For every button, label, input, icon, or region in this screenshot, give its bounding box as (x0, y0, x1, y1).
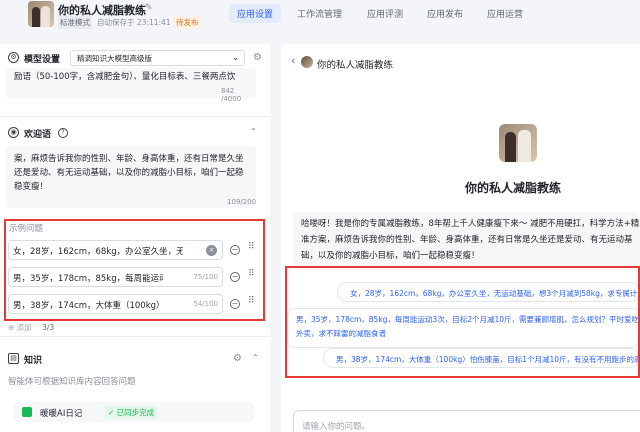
sync-status-badge: ✓ 已同步完成 (105, 406, 158, 419)
model-title: 模型设置 (24, 55, 61, 65)
status-badge: 待发布 (173, 16, 202, 29)
tab-evaluation[interactable]: 应用评测 (367, 7, 403, 20)
preview-title: 你的私人减脂教练 (317, 60, 394, 71)
knowledge-source[interactable]: 暖暖AI日记 ✓ 已同步完成 (14, 402, 254, 422)
tab-workflow[interactable]: 工作流管理 (297, 7, 342, 20)
bot-avatar (499, 124, 537, 162)
chat-input[interactable]: 请输入你的问题。 (293, 410, 640, 432)
chevron-up-icon[interactable]: ⌃ (252, 353, 259, 362)
plus-icon: ⊕ (8, 323, 17, 332)
tab-operations[interactable]: 应用运营 (487, 7, 523, 20)
prompt-counter: 842 /4000 (221, 87, 242, 103)
settings-panel: ⚙ 模型设置 精调知识大模型高级版 ⌄ ⚙ 励语（50-100字，含减肥金句）、… (0, 44, 270, 432)
chat-input-placeholder: 请输入你的问题。 (302, 422, 371, 432)
preview-panel: ‹ 你的私人减脂教练 你的私人减脂教练 哈喽呀！我是你的专属减脂教练，8年帮上千… (281, 44, 640, 432)
divider (0, 116, 270, 117)
highlight-box (285, 266, 640, 378)
highlight-box (4, 219, 265, 321)
back-icon[interactable]: ‹ (291, 54, 295, 67)
add-sample-button[interactable]: ⊕ 添加 3/3 (8, 322, 54, 333)
welcome-message-text: 哈喽呀！我是你的专属减脂教练，8年帮上千人健康瘦下来～ 减肥不用硬扛，科学方法+… (301, 219, 640, 261)
model-icon: ⚙ (8, 52, 19, 63)
chevron-down-icon: ⌄ (232, 53, 239, 62)
edit-icon[interactable]: ✎ (145, 3, 153, 13)
welcome-title: 欢迎语 (24, 130, 52, 140)
autosave-text: 自动保存于 23:11:41 (97, 18, 171, 27)
bot-name: 你的私人减脂教练 (465, 181, 562, 195)
top-header: 你的私人减脂教练 ✎ 标准模式 自动保存于 23:11:41 待发布 应用设置 … (0, 0, 640, 30)
app-avatar (28, 1, 54, 27)
gear-icon[interactable]: ⚙ (253, 52, 262, 63)
chat-icon (22, 407, 32, 417)
mode-tag: 标准模式 (58, 16, 92, 29)
help-icon[interactable]: ? (58, 128, 68, 138)
source-name: 暖暖AI日记 (40, 409, 83, 419)
gear-icon[interactable]: ⚙ (233, 353, 242, 364)
welcome-text: 案，麻烦告诉我你的性别、年龄、身高体重，还有日常是久坐还是爱动、有无运动基础，以… (14, 154, 244, 192)
knowledge-icon: ▤ (8, 353, 19, 364)
avatar (301, 56, 313, 68)
divider (0, 336, 270, 337)
welcome-counter: 109/200 (227, 198, 257, 206)
prompt-box[interactable]: 励语（50-100字，含减肥金句）、量化目标表、三餐两点饮 842 /4000 (6, 68, 256, 103)
prompt-text: 励语（50-100字，含减肥金句）、量化目标表、三餐两点饮 (14, 72, 236, 82)
tab-publish[interactable]: 应用发布 (427, 7, 463, 20)
knowledge-title: 知识 (24, 356, 43, 366)
model-select[interactable]: 精调知识大模型高级版 ⌄ (70, 50, 245, 66)
welcome-message: 哈喽呀！我是你的专属减脂教练，8年帮上千人健康瘦下来～ 减肥不用硬扛，科学方法+… (293, 212, 640, 266)
sample-count: 3/3 (42, 323, 55, 332)
tab-app-settings[interactable]: 应用设置 (229, 4, 282, 23)
welcome-icon: ◉ (8, 127, 19, 138)
chevron-up-icon[interactable]: ⌃ (250, 127, 257, 136)
add-label: 添加 (16, 323, 32, 332)
welcome-box[interactable]: 案，麻烦告诉我你的性别、年龄、身高体重，还有日常是久坐还是爱动、有无运动基础，以… (6, 146, 256, 208)
knowledge-desc: 智能体可根据知识库内容回答问题 (8, 377, 136, 387)
model-selected-value: 精调知识大模型高级版 (77, 54, 152, 63)
